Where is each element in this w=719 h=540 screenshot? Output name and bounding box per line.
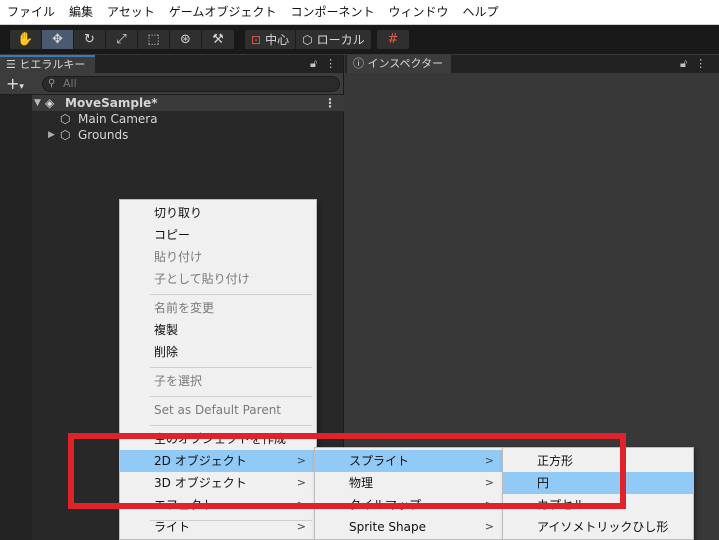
cube-icon: ⬡ (302, 32, 313, 47)
grid-snap-group: # (376, 29, 410, 50)
menu-item-rename[interactable]: 名前を変更 (120, 297, 316, 319)
gameobject-cube-icon: ⬡ (60, 112, 71, 126)
menu-item-delete[interactable]: 削除 (120, 341, 316, 363)
inspector-tab-tools: 🔓︎ ⋮ (680, 55, 706, 73)
unity-scene-icon: ◈ (45, 96, 55, 110)
add-button[interactable]: +▾ (6, 74, 24, 97)
pivot-toggles: ⊡ 中心 ⬡ ローカル (244, 29, 372, 50)
tree-item-main-camera[interactable]: ⬡ Main Camera (32, 111, 344, 127)
space-button[interactable]: ⬡ ローカル (296, 30, 371, 49)
menu-item-paste-as-child[interactable]: 子として貼り付け (120, 268, 316, 290)
menu-file[interactable]: ファイル (0, 0, 62, 25)
expand-arrow-icon[interactable]: ▼ (34, 95, 41, 111)
menu-item-duplicate[interactable]: 複製 (120, 319, 316, 341)
menu-edit[interactable]: 編集 (62, 0, 100, 25)
tab-hierarchy[interactable]: ☰ ヒエラルキー (0, 55, 95, 73)
scale-icon[interactable]: ⤢ (106, 30, 138, 49)
menu-separator (150, 425, 312, 426)
pivot-center-icon: ⊡ (251, 32, 262, 47)
menu-item-cut[interactable]: 切り取り (120, 202, 316, 224)
submenu-item-isometric-diamond[interactable]: アイソメトリックひし形 (503, 516, 693, 538)
hierarchy-search-input[interactable]: ⚲ All (42, 76, 340, 92)
hierarchy-gutter (0, 95, 32, 540)
transform-icon[interactable]: ⊛ (170, 30, 202, 49)
menu-item-copy[interactable]: コピー (120, 224, 316, 246)
kebab-menu-icon[interactable]: ⋮ (325, 55, 336, 73)
list-icon: ☰ (6, 58, 16, 71)
menu-separator (150, 396, 312, 397)
space-label: ローカル (316, 33, 365, 47)
lock-icon[interactable]: 🔓︎ (680, 55, 687, 73)
search-icon: ⚲ (48, 78, 56, 89)
menu-assets[interactable]: アセット (100, 0, 162, 25)
tree-item-grounds[interactable]: ▶ ⬡ Grounds (32, 127, 344, 143)
menu-component[interactable]: コンポーネント (283, 0, 381, 25)
info-icon: ⓘ (353, 57, 364, 70)
submenu-arrow-icon: > (296, 520, 306, 533)
hierarchy-tree: ▼ ◈ MoveSample* ⋮ ⬡ Main Camera ▶ ⬡ Grou… (32, 95, 344, 143)
hierarchy-tab-tools: 🔓︎ ⋮ (310, 55, 336, 73)
menu-item-set-default-parent[interactable]: Set as Default Parent (120, 399, 316, 421)
menu-item-paste[interactable]: 貼り付け (120, 246, 316, 268)
kebab-menu-icon[interactable]: ⋮ (695, 55, 706, 73)
grid-snap-icon[interactable]: # (377, 30, 409, 49)
scene-kebab-icon[interactable]: ⋮ (324, 95, 336, 111)
hierarchy-tabbar: ☰ ヒエラルキー 🔓︎ ⋮ (0, 55, 343, 73)
inspector-tabbar: ⓘ インスペクター 🔓︎ ⋮ (345, 55, 719, 73)
menu-item-select-children[interactable]: 子を選択 (120, 370, 316, 392)
menu-window[interactable]: ウィンドウ (381, 0, 455, 25)
submenu-item-sprite-shape[interactable]: Sprite Shape > (315, 516, 504, 538)
lock-icon[interactable]: 🔓︎ (310, 55, 317, 73)
menu-separator (150, 294, 312, 295)
hand-icon[interactable]: ✋ (10, 30, 42, 49)
scene-row[interactable]: ▼ ◈ MoveSample* ⋮ (32, 95, 344, 111)
menu-item-light[interactable]: ライト > (120, 516, 316, 538)
rect-icon[interactable]: ⬚ (138, 30, 170, 49)
move-icon[interactable]: ✥ (42, 30, 74, 49)
main-toolbar: ✋ ✥ ↻ ⤢ ⬚ ⊛ ⚒ ⊡ 中心 ⬡ ローカル # (0, 25, 719, 54)
pivot-label: 中心 (265, 33, 290, 47)
dropdown-arrow-icon: ▾ (19, 82, 24, 92)
menu-bar: ファイル 編集 アセット ゲームオブジェクト コンポーネント ウィンドウ ヘルプ (0, 0, 719, 25)
pivot-button[interactable]: ⊡ 中心 (245, 30, 297, 49)
rotate-icon[interactable]: ↻ (74, 30, 106, 49)
custom-tool-icon[interactable]: ⚒ (202, 30, 234, 49)
collapse-arrow-icon[interactable]: ▶ (48, 127, 55, 143)
submenu-arrow-icon: > (484, 520, 494, 533)
tab-inspector[interactable]: ⓘ インスペクター (347, 55, 451, 73)
menu-help[interactable]: ヘルプ (455, 0, 505, 25)
annotation-highlight-box (68, 433, 626, 509)
gameobject-cube-icon: ⬡ (60, 128, 71, 142)
menu-separator (150, 367, 312, 368)
transform-tools: ✋ ✥ ↻ ⤢ ⬚ ⊛ ⚒ (9, 29, 235, 50)
menu-gameobject[interactable]: ゲームオブジェクト (162, 0, 284, 25)
hierarchy-toolbar: +▾ ⚲ All (0, 73, 343, 95)
